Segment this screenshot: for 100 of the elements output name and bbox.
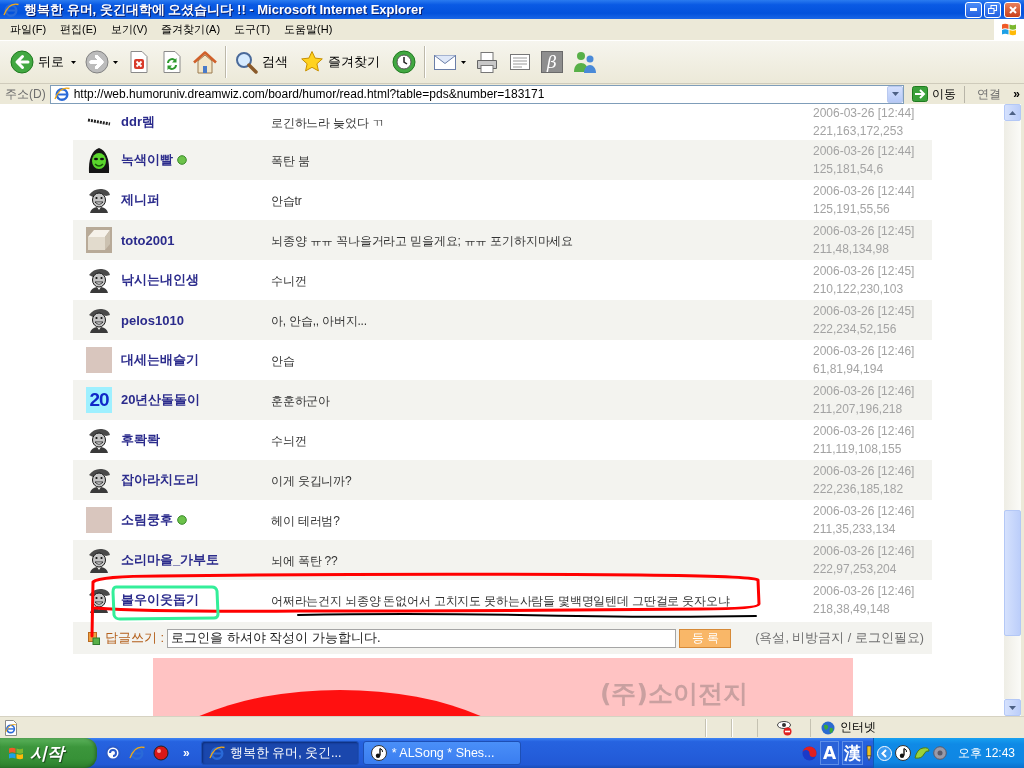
ip-address: 211,35,233,134 — [813, 521, 896, 538]
browser-logo-icon[interactable] — [129, 745, 145, 761]
comment-text: 어쩌라는건지 뇌종양 돈없어서 고치지도 못하는사람들 몇백명일텐데 그딴걸로 웃자오냐 — [271, 593, 730, 608]
favorites-button[interactable]: 즐겨찾기 — [296, 45, 387, 79]
nickname-link[interactable]: toto2001 — [121, 232, 175, 248]
photo-placeholder — [86, 507, 112, 533]
cartoon-face-icon — [86, 547, 112, 573]
more-shortcuts-button[interactable]: » — [181, 746, 192, 760]
cartoon-face-icon — [86, 267, 112, 293]
globe-icon — [821, 720, 835, 735]
post-date: 2006-03-26 [12:46] — [813, 503, 915, 520]
go-arrow-icon — [912, 86, 929, 102]
menu-item[interactable]: 파일(F) — [3, 21, 54, 38]
photo-placeholder — [86, 347, 112, 373]
post-date: 2006-03-26 [12:44] — [813, 105, 915, 122]
go-button[interactable]: 이동 — [912, 85, 965, 103]
nickname-link[interactable]: 소리마을_가부토 — [121, 551, 220, 569]
post-date: 2006-03-26 [12:46] — [813, 463, 915, 480]
close-button[interactable] — [1004, 1, 1021, 18]
menu-item[interactable]: 편집(E) — [53, 21, 104, 38]
minimize-button[interactable] — [965, 1, 982, 18]
scroll-up-button[interactable] — [1004, 104, 1021, 121]
flag-icon — [8, 746, 24, 760]
swirl-icon[interactable] — [105, 745, 121, 761]
comment-text: 안습 — [271, 353, 295, 368]
restore-icon — [988, 5, 997, 14]
menu-item[interactable]: 보기(V) — [103, 21, 155, 38]
comment-text: 수늬껀 — [271, 433, 307, 448]
ip-address: 211,119,108,155 — [813, 441, 902, 458]
clock: 오후 12:43 — [957, 744, 1015, 762]
alien-face-icon — [86, 147, 112, 173]
scrollbar-thumb[interactable] — [1004, 510, 1021, 636]
ip-address: 221,163,172,253 — [813, 123, 904, 140]
refresh-icon — [160, 50, 184, 74]
star-icon — [300, 50, 324, 74]
ip-address: 211,48,134,98 — [813, 241, 889, 258]
taskbar-button[interactable]: 행복한 유머, 웃긴... — [200, 741, 359, 765]
browser-logo-icon — [208, 745, 225, 761]
search-icon — [234, 50, 258, 74]
cartoon-face-icon — [86, 587, 112, 613]
disc-icon[interactable] — [933, 746, 947, 760]
ip-address: 222,234,52,156 — [813, 321, 897, 338]
nickname-link[interactable]: 소림쿵후 — [121, 511, 173, 529]
ip-address: 61,81,94,194 — [813, 361, 884, 378]
nickname-link[interactable]: 잡아라치도리 — [121, 471, 199, 489]
taskbar-button[interactable]: * ALSong * Shes... — [362, 741, 521, 765]
comment-text: 뇌종양 ㅠㅠ 꼭나을거라고 믿을게요; ㅠㅠ 포기하지마세요 — [271, 233, 573, 248]
comment-text: 아, 안습,, 아버지... — [271, 313, 367, 328]
post-date: 2006-03-26 [12:44] — [813, 143, 915, 160]
nickname-link[interactable]: 제니퍼 — [121, 191, 160, 209]
post-date: 2006-03-26 [12:46] — [813, 383, 915, 400]
restore-button[interactable] — [984, 1, 1001, 18]
back-button[interactable]: 뒤로 — [6, 45, 80, 79]
nickname-link[interactable]: 대세는배슬기 — [121, 351, 199, 369]
ime-button[interactable]: 漢 — [842, 741, 863, 765]
ime-button[interactable]: A — [820, 741, 839, 765]
comment-text: 훈훈하군아 — [271, 393, 330, 408]
reply-label: 답글쓰기 : — [105, 629, 165, 647]
nickname-link[interactable]: 20년산돌돌이 — [121, 391, 201, 409]
comment-input[interactable]: 로그인을 하셔야 작성이 가능합니다. — [167, 628, 677, 648]
address-label: 주소(D) — [5, 85, 46, 103]
music-note-icon — [370, 745, 387, 761]
nickname-link[interactable]: 후롹롹 — [121, 431, 160, 449]
cartoon-face-icon — [86, 307, 112, 333]
nickname-link[interactable]: 낚시는내인생 — [121, 271, 199, 289]
post-date: 2006-03-26 [12:45] — [813, 303, 915, 320]
address-dropdown-button[interactable] — [887, 85, 904, 103]
security-zone-label: 인터넷 — [840, 719, 876, 736]
browser-logo-icon — [3, 1, 19, 18]
dotted-strip-icon — [87, 118, 111, 126]
nickname-link[interactable]: 불우이웃돕기 — [121, 591, 199, 609]
box-icon — [86, 227, 112, 253]
caret-icon — [891, 92, 899, 96]
cartoon-face-icon — [86, 187, 112, 213]
clock-icon — [392, 50, 416, 74]
menu-item[interactable]: 즐겨찾기(A) — [154, 21, 228, 38]
ball-icon[interactable] — [153, 745, 169, 761]
menu-item[interactable]: 도움말(H) — [277, 21, 340, 38]
nickname-link[interactable]: ddr렘 — [121, 113, 155, 131]
expand-tray-icon[interactable] — [877, 745, 892, 761]
music-note-icon[interactable] — [895, 745, 911, 761]
nickname-link[interactable]: 녹색이빨 — [121, 151, 173, 169]
scroll-down-button[interactable] — [1004, 699, 1021, 716]
ip-address: 222,236,185,182 — [813, 481, 904, 498]
start-button[interactable]: 시작 — [0, 738, 97, 768]
address-field[interactable]: http://web.humoruniv.dreamwiz.com/board/humor/read.html?table=pds&number=183171 — [49, 84, 905, 104]
ip-address: 211,207,196,218 — [813, 401, 903, 418]
home-icon — [193, 50, 217, 74]
nickname-link[interactable]: pelos1010 — [121, 312, 184, 328]
up-arrow-icon — [1009, 110, 1016, 115]
menu-item[interactable]: 도구(T) — [227, 21, 278, 38]
close-icon — [1008, 5, 1017, 14]
post-date: 2006-03-26 [12:45] — [813, 223, 915, 240]
post-date: 2006-03-26 [12:44] — [813, 183, 915, 200]
more-links-button[interactable]: » — [1009, 87, 1024, 101]
search-button[interactable]: 검색 — [230, 45, 295, 79]
pencil-icon[interactable] — [866, 745, 872, 761]
stacked-squares-icon — [88, 631, 100, 645]
page-icon — [3, 719, 19, 736]
ip-address: 222,97,253,204 — [813, 561, 897, 578]
